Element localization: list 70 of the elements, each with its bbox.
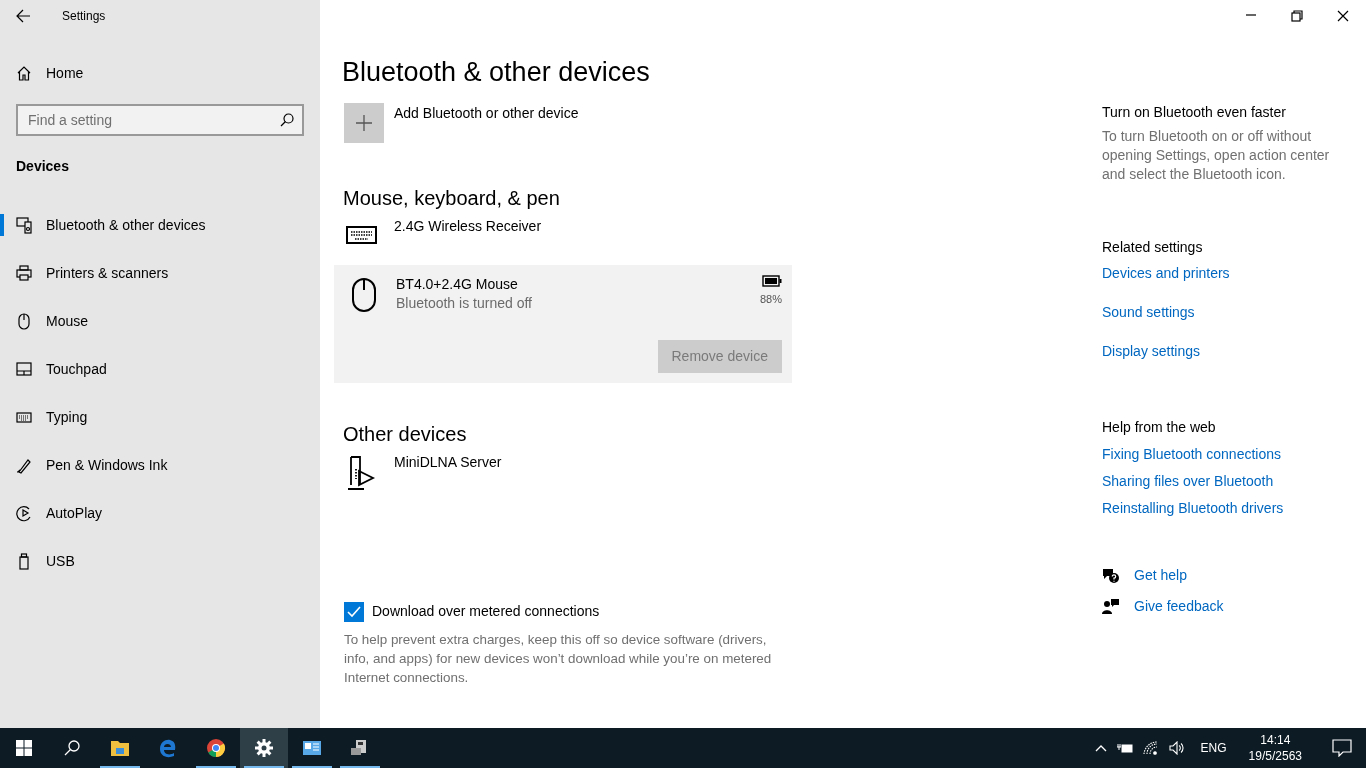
gear-icon[interactable] bbox=[254, 738, 274, 758]
search-field[interactable]: Find a setting bbox=[16, 104, 304, 136]
wifi-icon[interactable] bbox=[1142, 741, 1159, 755]
sidebar-item[interactable]: Typing bbox=[0, 393, 320, 441]
aside-heading: Help from the web bbox=[1102, 418, 1217, 436]
section-heading: Devices bbox=[15, 158, 70, 174]
sidebar-item[interactable]: Pen & Windows Ink bbox=[0, 441, 320, 489]
close-icon bbox=[1337, 10, 1349, 22]
settings-link[interactable]: Display settings bbox=[1102, 342, 1352, 360]
printer-icon bbox=[16, 264, 32, 282]
windows-logo-icon bbox=[16, 740, 32, 756]
taskbar-app-button[interactable] bbox=[240, 728, 288, 768]
tip-text: To turn Bluetooth on or off without opening Settings, open action center and select the Bluetooth icon. bbox=[1102, 127, 1331, 184]
touchpad-icon bbox=[16, 360, 32, 378]
settings-link[interactable]: Sound settings bbox=[1102, 303, 1352, 321]
help-link[interactable]: Sharing files over Bluetooth bbox=[1102, 472, 1352, 490]
chevron-up-icon[interactable] bbox=[1094, 744, 1107, 752]
edge-icon[interactable] bbox=[158, 738, 178, 758]
aside-heading: Turn on Bluetooth even faster bbox=[1102, 103, 1287, 121]
search-icon bbox=[280, 113, 294, 127]
device-name: MiniDLNA Server bbox=[394, 453, 503, 471]
support-link[interactable]: Give feedback bbox=[1134, 596, 1224, 617]
description-text: To help prevent extra charges, keep this off so device software (drivers, info, and apps) for new devices won’t download while you’re on metered Internet connections. bbox=[344, 631, 773, 687]
media-server-icon bbox=[347, 455, 377, 491]
aside-heading: Related settings bbox=[1102, 238, 1204, 256]
notification-icon[interactable] bbox=[1332, 739, 1352, 757]
restore-icon bbox=[1291, 10, 1303, 22]
add-device-button[interactable]: Add Bluetooth or other device bbox=[344, 103, 579, 143]
window-title: Settings bbox=[62, 8, 106, 25]
sidebar-item[interactable]: Printers & scanners bbox=[0, 249, 320, 297]
sidebar-item[interactable]: AutoPlay bbox=[0, 489, 320, 537]
page-title: Bluetooth & other devices bbox=[342, 56, 651, 89]
checkbox-label: Download over metered connections bbox=[372, 602, 600, 621]
section-heading: Other devices bbox=[343, 422, 468, 447]
section-heading: Mouse, keyboard, & pen bbox=[343, 186, 561, 211]
device-name: BT4.0+2.4G Mouse bbox=[396, 275, 519, 293]
sidebar-item[interactable]: Touchpad bbox=[0, 345, 320, 393]
battery-charging-icon[interactable] bbox=[1116, 742, 1133, 754]
usb-icon bbox=[16, 552, 32, 570]
keyboard-icon bbox=[346, 223, 378, 245]
support-link[interactable]: Get help bbox=[1134, 565, 1187, 586]
help-link[interactable]: Fixing Bluetooth connections bbox=[1102, 445, 1352, 463]
help-chat-icon bbox=[1102, 567, 1120, 584]
speaker-icon[interactable] bbox=[1168, 741, 1185, 755]
help-link[interactable]: Reinstalling Bluetooth drivers bbox=[1102, 499, 1352, 517]
mouse-icon bbox=[16, 312, 32, 330]
settings-link[interactable]: Devices and printers bbox=[1102, 264, 1352, 282]
sidebar-item[interactable]: Bluetooth & other devices bbox=[0, 201, 320, 249]
search-icon bbox=[64, 740, 80, 756]
home-icon bbox=[16, 65, 32, 81]
device-status: Bluetooth is turned off bbox=[396, 294, 533, 313]
clock[interactable]: 14:14 19/5/2563 bbox=[1242, 731, 1308, 765]
mouse-icon bbox=[351, 277, 377, 313]
sidebar-item[interactable]: USB bbox=[0, 537, 320, 585]
home-link[interactable]: Home bbox=[0, 65, 100, 81]
folder-icon[interactable] bbox=[110, 738, 130, 758]
feedback-icon bbox=[1102, 598, 1120, 615]
back-arrow-icon bbox=[15, 8, 31, 24]
checkbox[interactable] bbox=[344, 601, 364, 622]
plus-icon bbox=[355, 114, 373, 132]
device-name: 2.4G Wireless Receiver bbox=[394, 217, 543, 235]
battery-icon bbox=[762, 275, 782, 287]
battery-percentage: 88% bbox=[759, 291, 782, 307]
devices-icon bbox=[16, 216, 32, 234]
autoplay-icon bbox=[16, 504, 32, 522]
language-indicator[interactable]: ENG bbox=[1194, 738, 1233, 758]
sidebar-item[interactable]: Mouse bbox=[0, 297, 320, 345]
control-panel-icon[interactable] bbox=[302, 738, 322, 758]
chrome-icon[interactable] bbox=[206, 738, 226, 758]
checkmark-icon bbox=[347, 605, 361, 618]
